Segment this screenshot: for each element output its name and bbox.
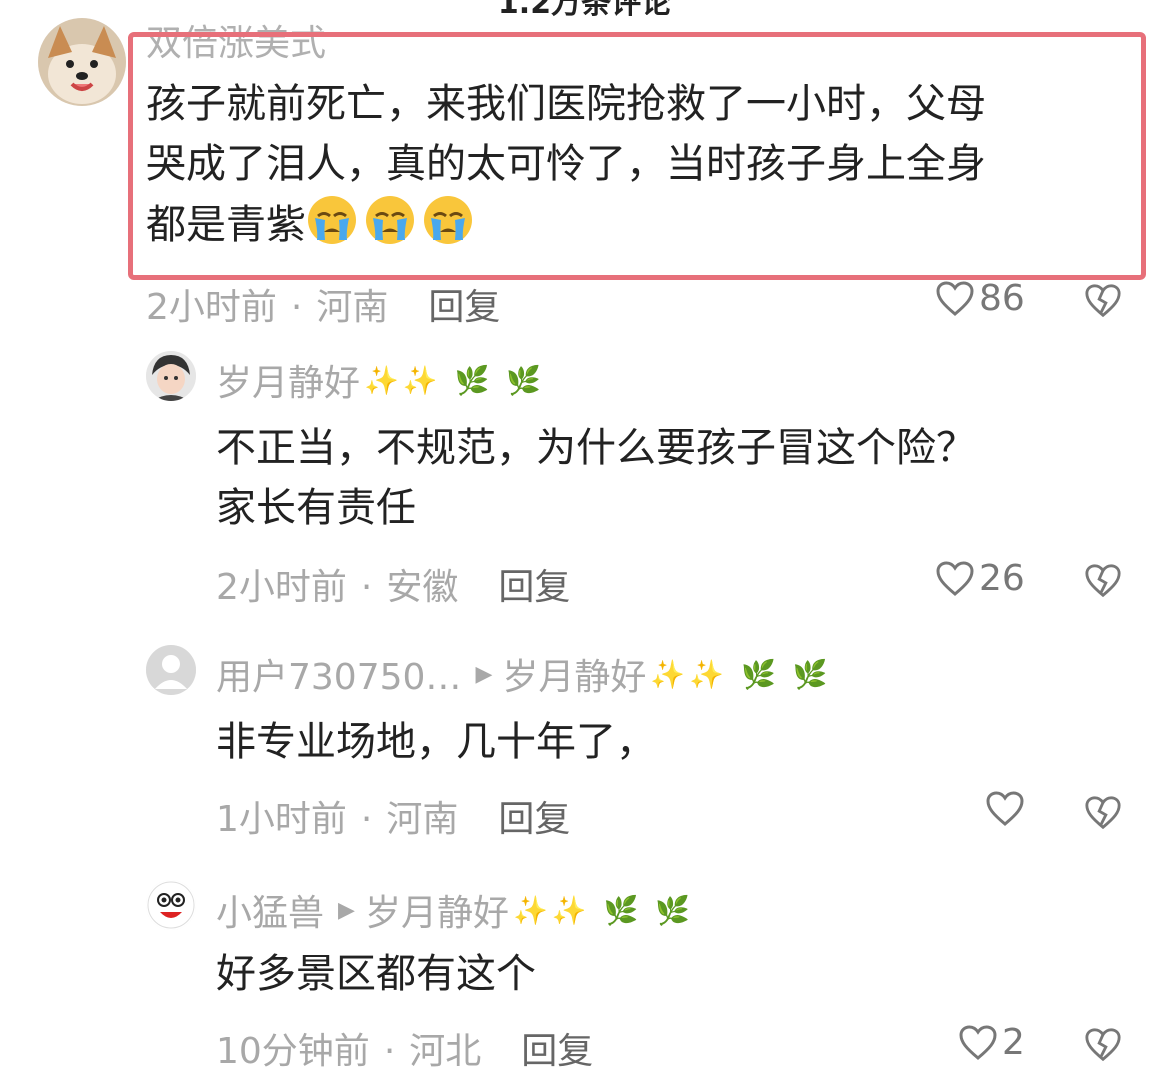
heart-outline-icon xyxy=(959,1024,997,1060)
comment-text-line: 都是青紫 xyxy=(146,194,1136,255)
crying-emoji xyxy=(308,196,356,244)
like-button[interactable] xyxy=(985,790,1029,828)
like-count: 86 xyxy=(979,278,1025,319)
like-button[interactable]: 86 xyxy=(935,278,1025,319)
username-decoration: ✨✨ 🌿 🌿 xyxy=(364,363,546,397)
broken-heart-icon[interactable] xyxy=(1084,1026,1122,1064)
comment-text: 好多景区都有这个 xyxy=(216,944,1116,1004)
comment-text: 孩子就前死亡，来我们医院抢救了一小时，父母 哭成了泪人，真的太可怜了，当时孩子身… xyxy=(146,74,1136,255)
reply-button[interactable]: 回复 xyxy=(521,1031,593,1072)
reply-to-username[interactable]: 岁月静好 xyxy=(365,884,509,936)
crying-emoji xyxy=(366,196,414,244)
comment-time: 1小时前 xyxy=(216,799,347,840)
like-count: 2 xyxy=(1002,1022,1025,1063)
username-decoration: ✨✨ 🌿 🌿 xyxy=(650,657,832,691)
reply-button[interactable]: 回复 xyxy=(498,567,570,608)
username-text: 岁月静好 xyxy=(216,363,361,404)
comment-location: 河南 xyxy=(316,287,389,328)
reply-to-username[interactable]: 岁月静好 xyxy=(502,648,646,700)
comment-location: 河南 xyxy=(386,799,459,840)
comment-meta: 10分钟前 · 河北 回复 xyxy=(216,1031,594,1072)
comment-time: 2小时前 xyxy=(216,567,347,608)
comment-username[interactable]: 岁月静好 ✨✨ 🌿 🌿 xyxy=(216,354,545,406)
comment-text-fragment: 都是青紫 xyxy=(146,202,306,248)
avatar[interactable] xyxy=(146,880,196,930)
broken-heart-icon[interactable] xyxy=(1084,562,1122,600)
broken-heart-icon[interactable] xyxy=(1084,794,1122,832)
like-button[interactable]: 26 xyxy=(935,558,1025,599)
username-text: 小猛兽 xyxy=(216,893,325,934)
reply-button[interactable]: 回复 xyxy=(428,287,500,328)
comment-meta: 1小时前 · 河南 回复 xyxy=(216,799,571,840)
comment-text-line: 孩子就前死亡，来我们医院抢救了一小时，父母 xyxy=(146,81,986,127)
reply-arrow-icon: ▶ xyxy=(475,661,493,687)
comment-text-line: 哭成了泪人，真的太可怜了，当时孩子身上全身 xyxy=(146,141,986,187)
comment-text: 非专业场地，几十年了， xyxy=(216,712,1116,772)
username-decoration: ✨✨ 🌿 🌿 xyxy=(512,893,695,927)
like-count: 26 xyxy=(979,558,1025,599)
avatar[interactable] xyxy=(146,351,196,401)
comment-time: 2小时前 xyxy=(146,287,277,328)
username-text: 用户730750… xyxy=(216,657,462,698)
comment-location: 安徽 xyxy=(386,567,459,608)
broken-heart-icon[interactable] xyxy=(1084,282,1122,320)
reply-button[interactable]: 回复 xyxy=(498,799,570,840)
comment-text-line: 非专业场地，几十年了， xyxy=(216,719,656,765)
comment-text-line: 家长有责任 xyxy=(216,485,416,531)
comment-meta: 2小时前 · 河南 回复 xyxy=(146,287,501,328)
like-button[interactable]: 2 xyxy=(958,1022,1025,1063)
comment-username[interactable]: 小猛兽 ▶ 岁月静好 ✨✨ 🌿 🌿 xyxy=(216,884,694,936)
crying-emoji xyxy=(424,196,472,244)
comment-username[interactable]: 用户730750… ▶ 岁月静好 ✨✨ 🌿 🌿 xyxy=(216,648,832,700)
comment-time: 10分钟前 xyxy=(216,1031,370,1072)
comment-text-line: 好多景区都有这个 xyxy=(216,951,536,997)
comment-meta: 2小时前 · 安徽 回复 xyxy=(216,567,571,608)
reply-arrow-icon: ▶ xyxy=(338,897,355,923)
avatar[interactable] xyxy=(146,645,196,695)
comment-text: 不正当，不规范，为什么要孩子冒这个险？ 家长有责任 xyxy=(216,418,1116,538)
heart-outline-icon xyxy=(936,280,974,316)
heart-outline-icon xyxy=(986,791,1024,826)
comment-location: 河北 xyxy=(409,1031,482,1072)
comment-text-line: 不正当，不规范，为什么要孩子冒这个险？ xyxy=(216,425,976,471)
heart-outline-icon xyxy=(936,560,974,596)
avatar[interactable] xyxy=(38,18,126,106)
